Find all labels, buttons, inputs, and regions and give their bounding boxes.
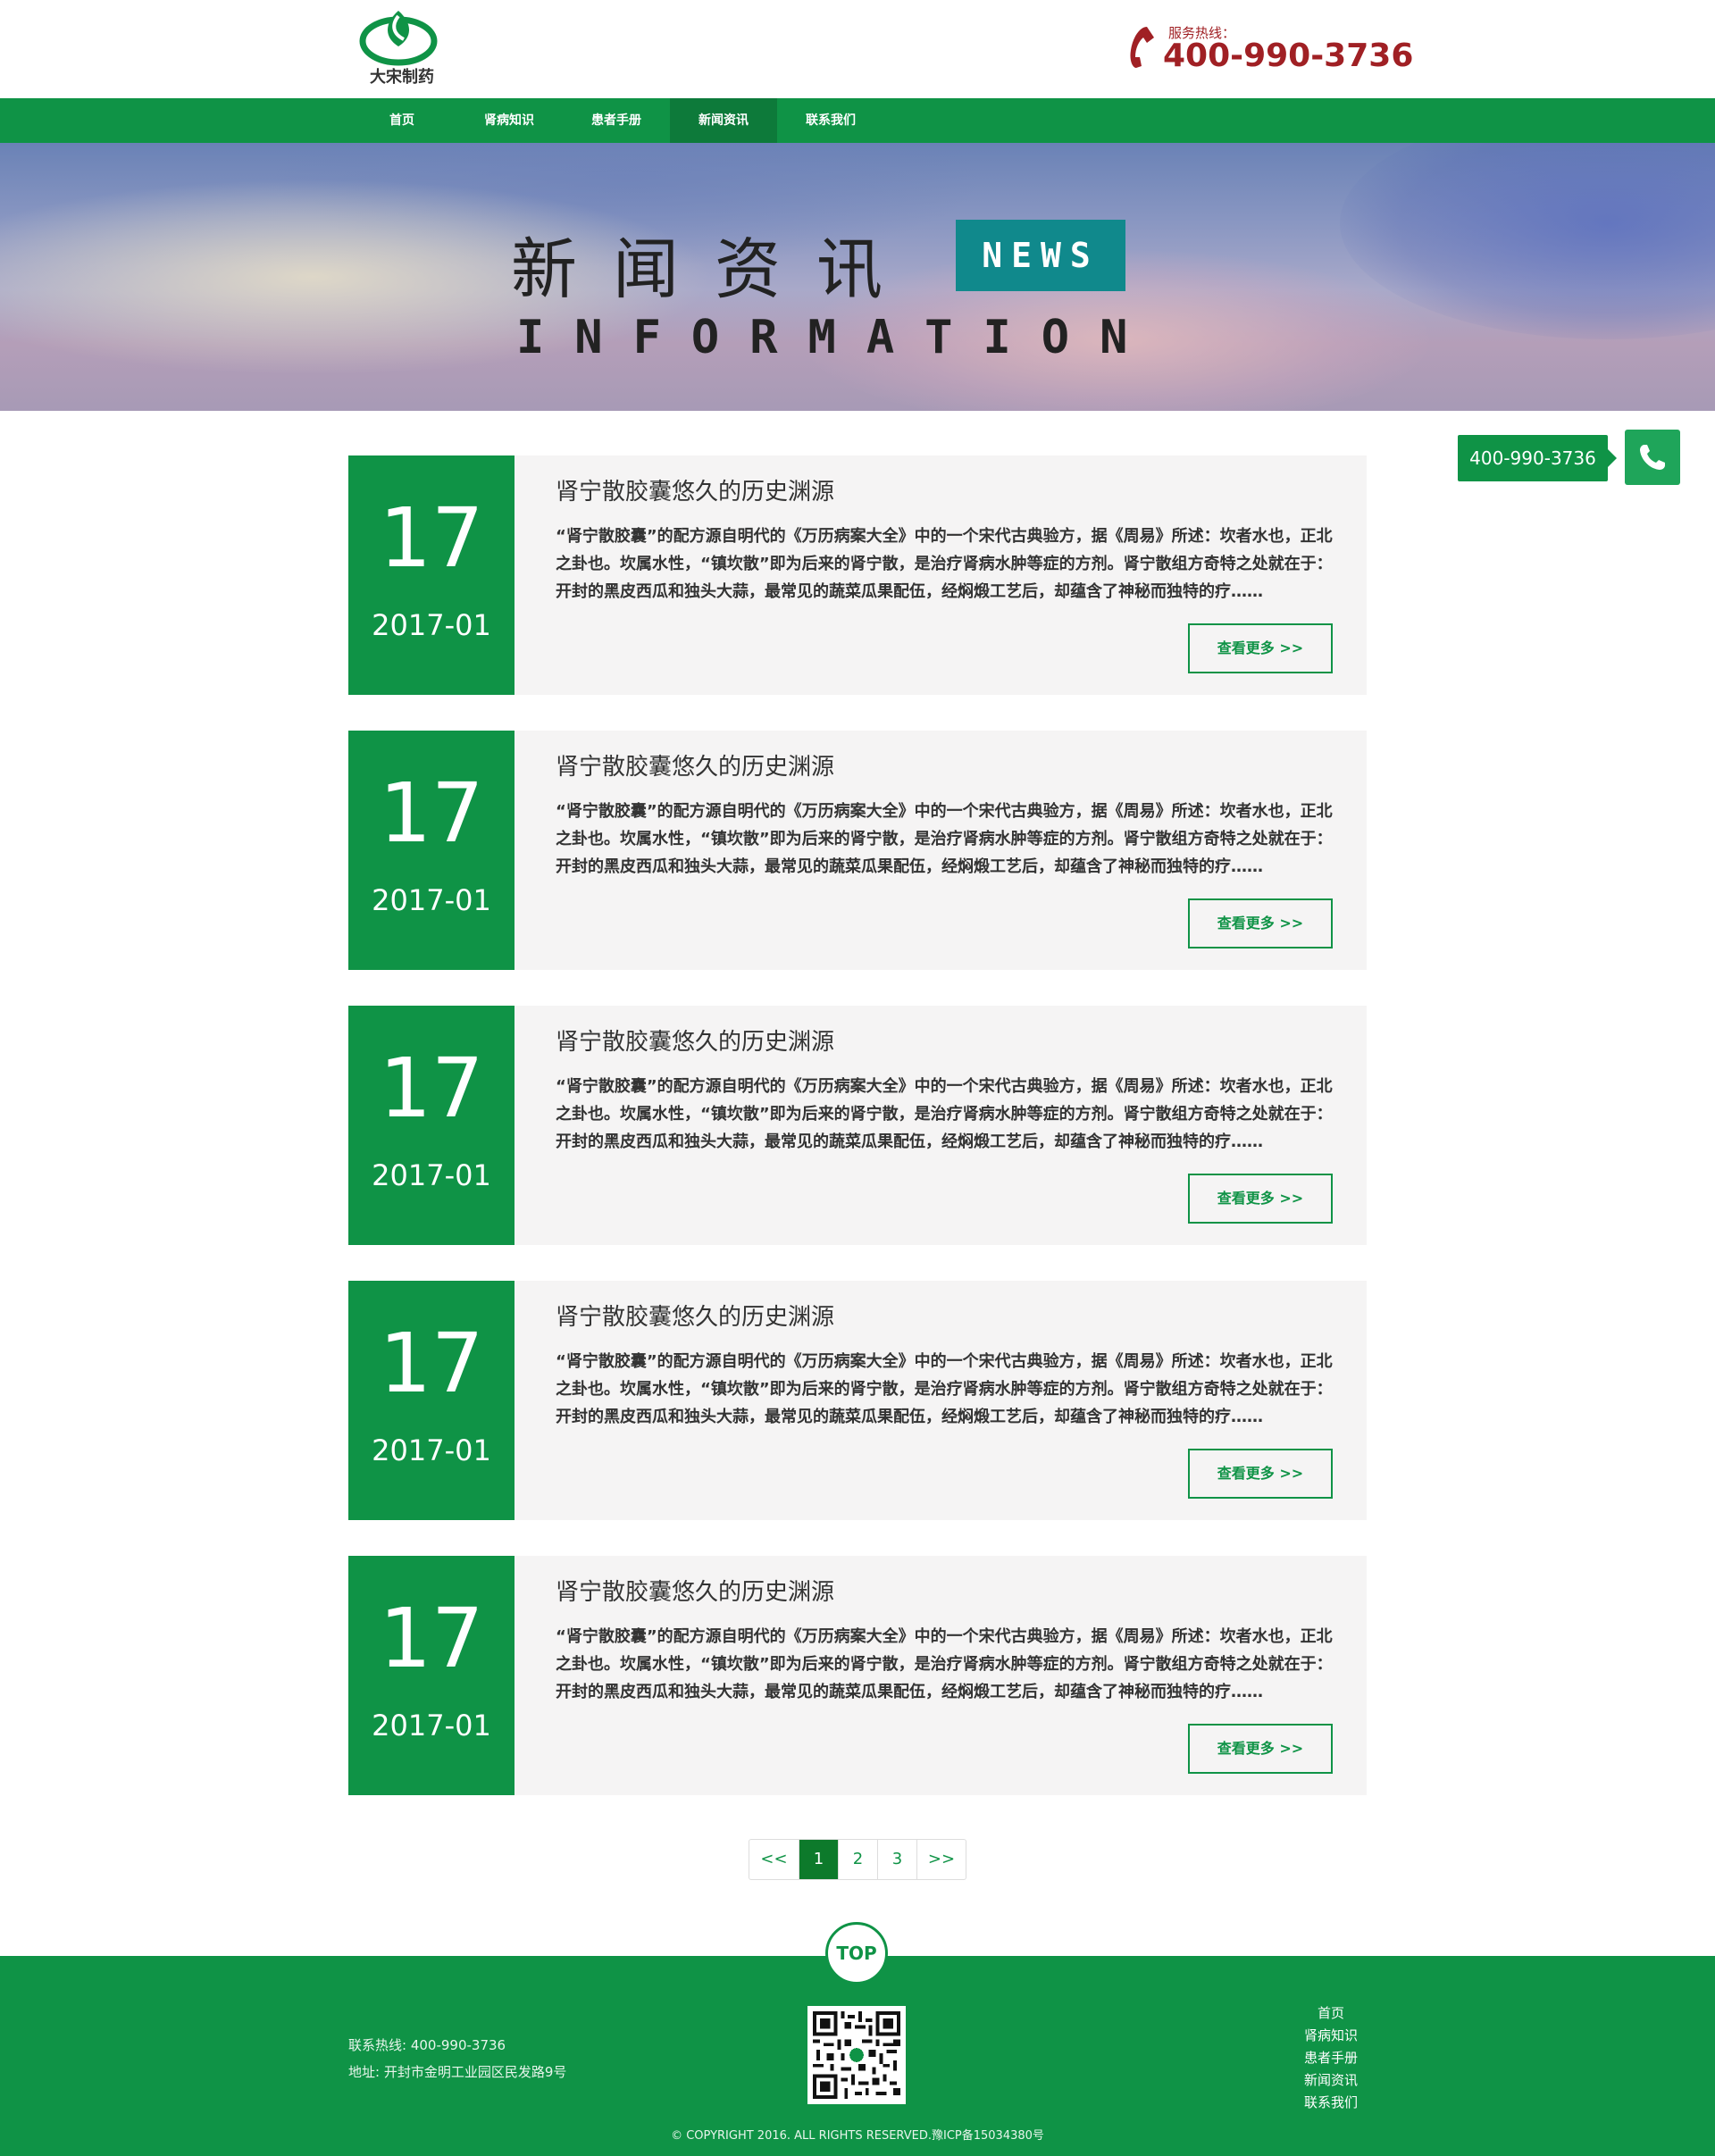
news-summary: “肾宁散胶囊”的配方源自明代的《万历病案大全》中的一个宋代古典验方，据《周易》所… xyxy=(556,802,1333,876)
nav-item-home[interactable]: 首页 xyxy=(348,98,456,143)
view-more-button[interactable]: 查看更多 >> xyxy=(1188,1174,1333,1224)
news-day: 17 xyxy=(379,1591,484,1686)
back-to-top-button[interactable]: TOP xyxy=(825,1922,888,1985)
pagination-next[interactable]: >> xyxy=(917,1840,966,1879)
footer-contact: 联系热线: 400-990-3736 地址: 开封市金明工业园区民发路9号 xyxy=(348,2032,566,2085)
view-more-button[interactable]: 查看更多 >> xyxy=(1188,898,1333,948)
copyright: © COPYRIGHT 2016. ALL RIGHTS RESERVED.豫I… xyxy=(671,2129,1044,2143)
news-summary: “肾宁散胶囊”的配方源自明代的《万历病案大全》中的一个宋代古典验方，据《周易》所… xyxy=(556,1352,1333,1426)
nav-item-kidney-knowledge[interactable]: 肾病知识 xyxy=(456,98,563,143)
footer-link-home[interactable]: 首页 xyxy=(1286,2002,1376,2025)
news-item: 17 2017-01 肾宁散胶囊悠久的历史渊源 “肾宁散胶囊”的配方源自明代的《… xyxy=(348,455,1367,695)
news-title[interactable]: 肾宁散胶囊悠久的历史渊源 xyxy=(556,1299,834,1332)
footer: 联系热线: 400-990-3736 地址: 开封市金明工业园区民发路9号 首页… xyxy=(0,1956,1715,2156)
news-summary: “肾宁散胶囊”的配方源自明代的《万历病案大全》中的一个宋代古典验方，据《周易》所… xyxy=(556,1077,1333,1151)
footer-hotline: 联系热线: 400-990-3736 xyxy=(348,2037,506,2053)
news-summary: “肾宁散胶囊”的配方源自明代的《万历病案大全》中的一个宋代古典验方，据《周易》所… xyxy=(556,1627,1333,1701)
news-day: 17 xyxy=(379,490,484,586)
footer-link-contact[interactable]: 联系我们 xyxy=(1286,2092,1376,2114)
float-phone-number[interactable]: 400-990-3736 xyxy=(1458,435,1617,481)
brand-name: 大宋制药 xyxy=(370,68,434,87)
pagination-page-1[interactable]: 1 xyxy=(799,1840,839,1879)
news-title[interactable]: 肾宁散胶囊悠久的历史渊源 xyxy=(556,473,834,506)
footer-link-patient-handbook[interactable]: 患者手册 xyxy=(1286,2047,1376,2069)
news-item: 17 2017-01 肾宁散胶囊悠久的历史渊源 “肾宁散胶囊”的配方源自明代的《… xyxy=(348,1556,1367,1795)
news-summary: “肾宁散胶囊”的配方源自明代的《万历病案大全》中的一个宋代古典验方，据《周易》所… xyxy=(556,527,1333,601)
view-more-button[interactable]: 查看更多 >> xyxy=(1188,1449,1333,1499)
page: 大宋制药 服务热线： 400-990-3736 首页 肾病知识 患者手册 新闻资… xyxy=(0,0,1715,2156)
footer-link-kidney-knowledge[interactable]: 肾病知识 xyxy=(1286,2025,1376,2047)
qr-code-icon xyxy=(807,2006,906,2104)
news-day: 17 xyxy=(379,1040,484,1136)
footer-links: 首页 肾病知识 患者手册 新闻资讯 联系我们 xyxy=(1286,2002,1376,2114)
news-item: 17 2017-01 肾宁散胶囊悠久的历史渊源 “肾宁散胶囊”的配方源自明代的《… xyxy=(348,1006,1367,1245)
news-date: 17 2017-01 xyxy=(348,1006,514,1245)
news-title[interactable]: 肾宁散胶囊悠久的历史渊源 xyxy=(556,748,834,781)
news-day: 17 xyxy=(379,1316,484,1411)
news-date: 17 2017-01 xyxy=(348,1281,514,1520)
banner-subtitle: INFORMATION xyxy=(516,311,1159,364)
news-date: 17 2017-01 xyxy=(348,731,514,970)
header: 大宋制药 服务热线： 400-990-3736 xyxy=(0,0,1715,98)
pagination-prev[interactable]: << xyxy=(749,1840,799,1879)
news-year-month: 2017-01 xyxy=(372,1709,491,1742)
news-item: 17 2017-01 肾宁散胶囊悠久的历史渊源 “肾宁散胶囊”的配方源自明代的《… xyxy=(348,1281,1367,1520)
news-year-month: 2017-01 xyxy=(372,1433,491,1467)
footer-link-news[interactable]: 新闻资讯 xyxy=(1286,2069,1376,2092)
banner-title: 新闻资讯 xyxy=(511,231,918,308)
phone-icon[interactable] xyxy=(1625,430,1680,485)
news-year-month: 2017-01 xyxy=(372,608,491,642)
news-year-month: 2017-01 xyxy=(372,1158,491,1192)
news-title[interactable]: 肾宁散胶囊悠久的历史渊源 xyxy=(556,1574,834,1607)
news-year-month: 2017-01 xyxy=(372,883,491,917)
pagination: << 1 2 3 >> xyxy=(749,1839,966,1880)
pagination-page-2[interactable]: 2 xyxy=(839,1840,878,1879)
news-date: 17 2017-01 xyxy=(348,455,514,695)
phone-handset-icon xyxy=(1127,25,1158,70)
banner-badge: NEWS xyxy=(956,220,1125,291)
news-item: 17 2017-01 肾宁散胶囊悠久的历史渊源 “肾宁散胶囊”的配方源自明代的《… xyxy=(348,731,1367,970)
nav-item-contact[interactable]: 联系我们 xyxy=(777,98,884,143)
news-day: 17 xyxy=(379,765,484,861)
page-banner: 新闻资讯 NEWS INFORMATION xyxy=(0,143,1715,411)
view-more-button[interactable]: 查看更多 >> xyxy=(1188,623,1333,673)
view-more-button[interactable]: 查看更多 >> xyxy=(1188,1724,1333,1774)
news-date: 17 2017-01 xyxy=(348,1556,514,1795)
nav-item-news[interactable]: 新闻资讯 xyxy=(670,98,777,143)
news-title[interactable]: 肾宁散胶囊悠久的历史渊源 xyxy=(556,1024,834,1057)
nav-item-patient-handbook[interactable]: 患者手册 xyxy=(563,98,670,143)
main-nav: 首页 肾病知识 患者手册 新闻资讯 联系我们 xyxy=(0,98,1715,143)
pagination-page-3[interactable]: 3 xyxy=(878,1840,917,1879)
footer-address: 地址: 开封市金明工业园区民发路9号 xyxy=(348,2064,567,2080)
hotline-number: 400-990-3736 xyxy=(1163,38,1414,74)
